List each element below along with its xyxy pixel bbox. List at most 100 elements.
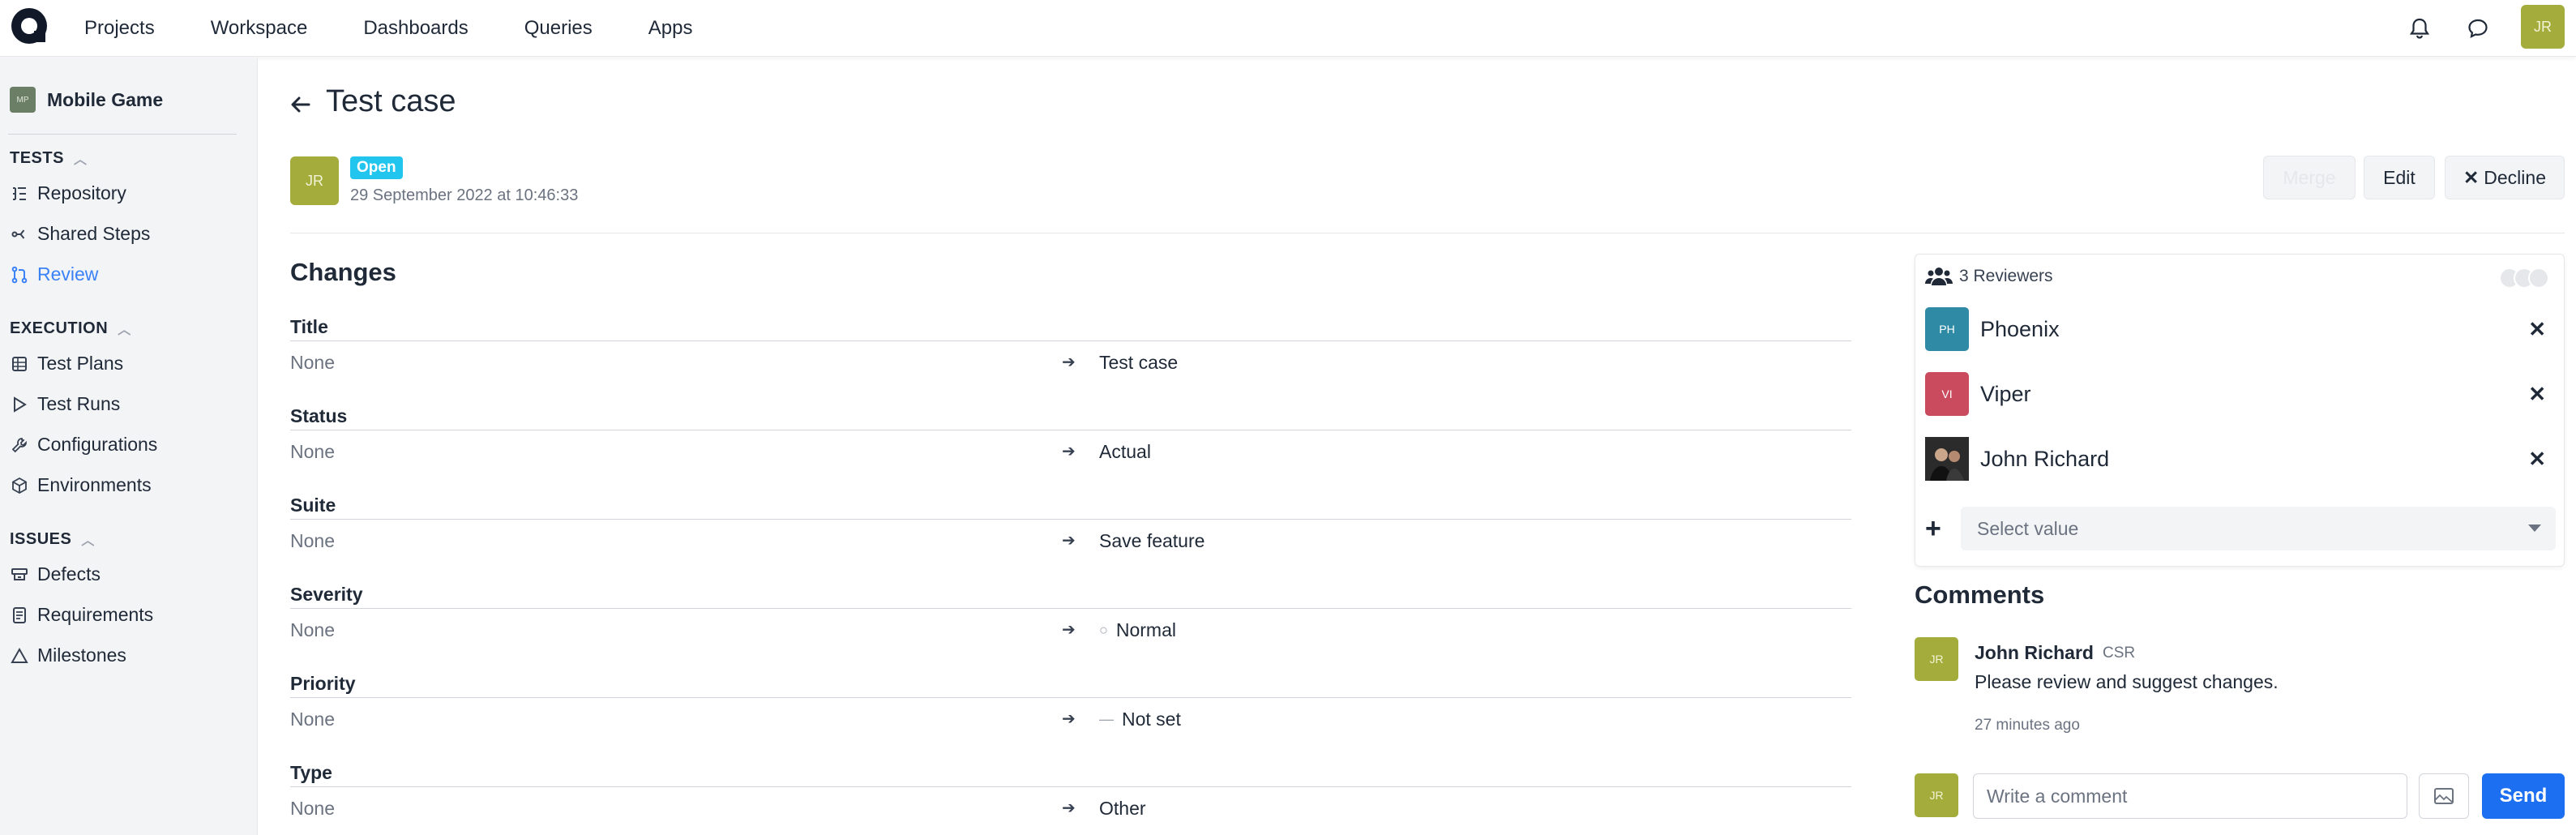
change-row-severity: Severity None ➔ ○ Normal <box>290 584 1851 640</box>
decline-button[interactable]: ✕ Decline <box>2445 156 2565 199</box>
app-logo-icon[interactable] <box>10 6 49 45</box>
reviewer-photo <box>1925 437 1969 481</box>
change-old-value: None <box>290 352 335 373</box>
row-divider <box>290 608 1851 609</box>
change-field: Suite <box>290 495 336 516</box>
shared-steps-icon <box>10 225 29 244</box>
defects-icon <box>10 565 29 584</box>
section-issues[interactable]: ISSUES ︿ <box>10 529 95 549</box>
change-row-title: Title None ➔ Test case <box>290 316 1851 373</box>
priority-not-set-icon: — <box>1099 711 1114 727</box>
change-new-text: Not set <box>1122 709 1181 730</box>
users-icon <box>1925 268 1953 285</box>
comment-avatar: JR <box>1915 637 1958 681</box>
change-new-text: Normal <box>1115 619 1176 640</box>
arrow-right-icon: ➔ <box>1062 799 1076 817</box>
plus-icon[interactable]: + <box>1925 513 1948 545</box>
change-field: Status <box>290 405 348 426</box>
comments-title: Comments <box>1915 580 2045 609</box>
nav-workspace[interactable]: Workspace <box>211 17 308 40</box>
attach-image-button[interactable] <box>2419 773 2469 819</box>
change-old-value: None <box>290 619 335 640</box>
nav-queries[interactable]: Queries <box>524 17 593 40</box>
user-avatar[interactable]: JR <box>2521 5 2565 49</box>
section-execution[interactable]: EXECUTION ︿ <box>10 319 131 338</box>
edit-button[interactable]: Edit <box>2364 156 2435 199</box>
close-icon: ✕ <box>2463 166 2480 188</box>
reviewer-name: Viper <box>1980 381 2031 406</box>
nav-dashboards[interactable]: Dashboards <box>363 17 468 40</box>
sidebar-item-requirements[interactable]: Requirements <box>10 604 153 626</box>
merge-button[interactable]: Merge <box>2263 156 2356 199</box>
sidebar-item-shared-steps[interactable]: Shared Steps <box>10 223 150 245</box>
reviewer-select[interactable]: Select value <box>1961 507 2556 550</box>
reviewer-item: John Richard ✕ <box>1925 437 2556 481</box>
change-old-value: None <box>290 530 335 551</box>
author-avatar: JR <box>290 156 339 205</box>
section-issues-title: ISSUES <box>10 529 72 548</box>
nav-apps[interactable]: Apps <box>648 17 693 40</box>
change-field: Severity <box>290 584 363 605</box>
remove-reviewer-icon[interactable]: ✕ <box>2528 317 2546 342</box>
sidebar-item-configurations[interactable]: Configurations <box>10 434 157 456</box>
change-field: Priority <box>290 673 356 694</box>
back-arrow-icon[interactable] <box>289 92 313 117</box>
sidebar: MP Mobile Game TESTS ︿ Repository Shared… <box>0 58 258 835</box>
select-placeholder: Select value <box>1977 517 2079 539</box>
sidebar-item-defects[interactable]: Defects <box>10 563 101 585</box>
test-plans-icon <box>10 354 29 374</box>
comment-text: Please review and suggest changes. <box>1975 671 2279 692</box>
chevron-down-icon <box>2528 525 2541 532</box>
chat-icon[interactable] <box>2464 15 2492 42</box>
review-icon <box>10 265 29 285</box>
send-button[interactable]: Send <box>2482 773 2565 819</box>
status-badge: Open <box>350 156 403 179</box>
bell-icon[interactable] <box>2406 15 2433 42</box>
sidebar-item-test-runs[interactable]: Test Runs <box>10 393 120 415</box>
row-divider <box>290 697 1851 698</box>
sidebar-item-label: Defects <box>37 563 101 584</box>
section-tests[interactable]: TESTS ︿ <box>10 148 87 168</box>
comment-input[interactable] <box>1973 773 2407 819</box>
sidebar-item-repository[interactable]: Repository <box>10 182 126 204</box>
remove-reviewer-icon[interactable]: ✕ <box>2528 382 2546 407</box>
project-selector[interactable]: MP Mobile Game <box>10 87 163 113</box>
reviewers-count: 3 Reviewers <box>1959 267 2053 285</box>
sidebar-item-label: Requirements <box>37 604 154 625</box>
arrow-right-icon: ➔ <box>1062 443 1076 460</box>
row-divider <box>290 786 1851 787</box>
arrow-right-icon: ➔ <box>1062 532 1076 550</box>
document-icon <box>10 606 29 625</box>
remove-reviewer-icon[interactable]: ✕ <box>2528 447 2546 472</box>
arrow-right-icon: ➔ <box>1062 353 1076 371</box>
nav-projects[interactable]: Projects <box>84 17 155 40</box>
play-icon <box>10 395 29 414</box>
reviewer-avatar: VI <box>1925 372 1969 416</box>
chevron-up-icon: ︿ <box>81 534 95 548</box>
repository-icon <box>10 184 29 203</box>
sidebar-item-milestones[interactable]: Milestones <box>10 644 126 666</box>
change-new-text: Save feature <box>1099 530 1205 551</box>
sidebar-item-test-plans[interactable]: Test Plans <box>10 353 123 375</box>
change-old-value: None <box>290 709 335 730</box>
arrow-right-icon: ➔ <box>1062 710 1076 728</box>
row-divider <box>290 519 1851 520</box>
comment-time: 27 minutes ago <box>1975 717 2080 734</box>
change-new-value: Save feature <box>1099 530 1205 552</box>
reviewer-avatar-stack <box>2499 268 2549 289</box>
change-field: Type <box>290 762 332 783</box>
change-new-value: Actual <box>1099 441 1151 463</box>
mountain-icon <box>10 646 29 666</box>
page-title: Test case <box>326 84 456 118</box>
sidebar-item-review[interactable]: Review <box>10 263 98 285</box>
current-user-avatar: JR <box>1915 773 1958 817</box>
top-nav: Projects Workspace Dashboards Queries Ap… <box>84 0 748 57</box>
sidebar-item-label: Repository <box>37 182 126 203</box>
sidebar-item-environments[interactable]: Environments <box>10 474 152 496</box>
sidebar-item-label: Shared Steps <box>37 223 151 244</box>
project-avatar: MP <box>10 87 36 113</box>
changes-title: Changes <box>290 258 396 286</box>
section-execution-title: EXECUTION <box>10 319 109 337</box>
chevron-up-icon: ︿ <box>73 153 88 167</box>
change-row-type: Type None ➔ Other <box>290 762 1851 819</box>
